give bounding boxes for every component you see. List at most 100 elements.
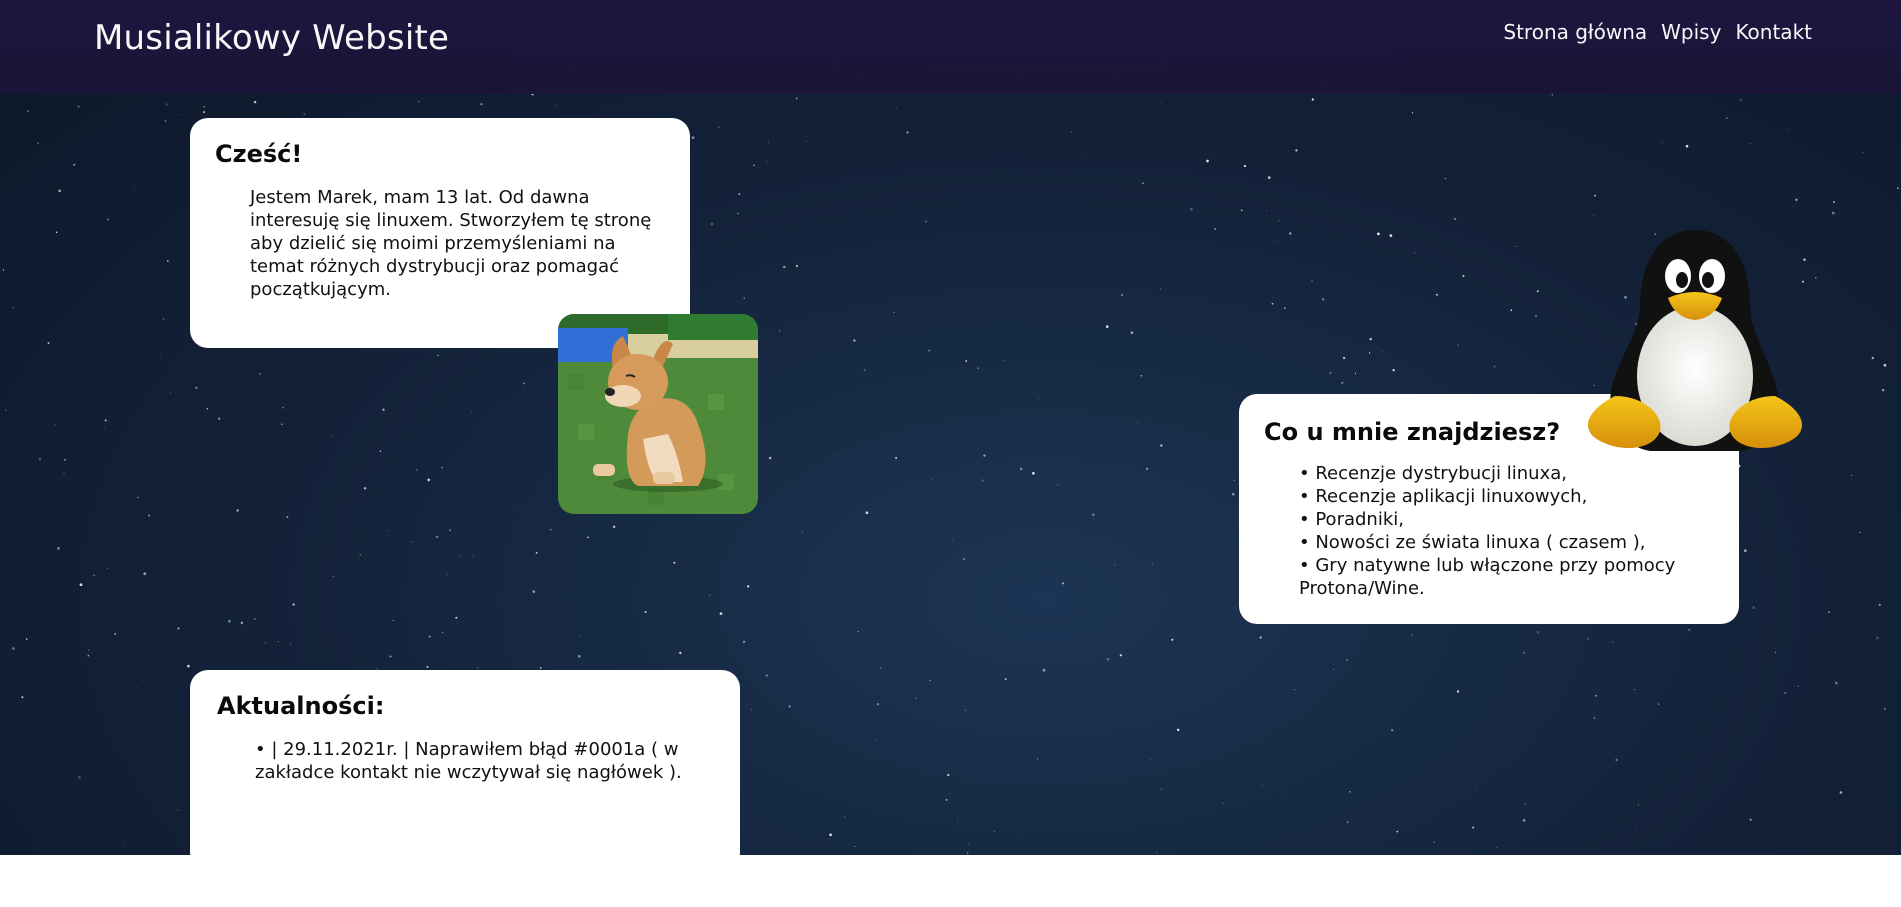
star: [366, 468, 367, 470]
starry-background: Musialikowy Website Strona główna Wpisy …: [0, 0, 1901, 855]
star: [967, 852, 969, 854]
star: [1287, 266, 1289, 268]
star: [753, 164, 755, 167]
star: [843, 816, 846, 818]
star: [1722, 684, 1724, 685]
star: [124, 844, 126, 846]
star: [441, 631, 444, 634]
star: [187, 664, 190, 668]
star: [896, 108, 897, 110]
star: [38, 457, 42, 461]
star: [1345, 658, 1349, 662]
star: [1611, 641, 1614, 644]
star: [1862, 151, 1864, 154]
star: [983, 454, 986, 457]
star: [1876, 636, 1879, 640]
star: [1346, 821, 1349, 824]
star: [170, 392, 172, 394]
star: [1392, 368, 1395, 372]
star: [854, 845, 856, 847]
star: [1009, 799, 1010, 801]
star: [673, 561, 676, 564]
star: [788, 705, 791, 708]
list-item: Nowości ze świata linuxa ( czasem ),: [1299, 531, 1719, 554]
star: [981, 479, 984, 482]
star: [203, 105, 206, 108]
star: [1473, 126, 1475, 127]
star: [449, 529, 451, 532]
star: [1433, 841, 1436, 843]
star: [137, 496, 139, 498]
star: [514, 505, 516, 506]
star: [1784, 691, 1787, 695]
star: [177, 627, 180, 630]
star: [1833, 201, 1835, 203]
news-card: Aktualności: | 29.11.2021r. | Naprawiłem…: [190, 670, 740, 855]
star: [1057, 484, 1059, 486]
star: [805, 141, 807, 142]
star: [1019, 831, 1020, 833]
star: [1496, 847, 1498, 848]
star: [1797, 685, 1800, 687]
star: [54, 424, 56, 426]
star: [1152, 564, 1154, 565]
star: [392, 619, 394, 622]
star: [1657, 703, 1660, 705]
star: [1883, 363, 1887, 367]
star: [765, 674, 768, 677]
star: [963, 558, 966, 561]
star: [1293, 688, 1296, 691]
star: [386, 529, 388, 531]
nav-link-posts[interactable]: Wpisy: [1661, 20, 1721, 44]
site-title[interactable]: Musialikowy Website: [94, 18, 449, 58]
star: [178, 113, 179, 115]
star: [107, 218, 109, 221]
star: [952, 540, 954, 542]
star: [1851, 474, 1853, 476]
star: [1524, 803, 1526, 805]
star: [718, 126, 720, 128]
nav-link-home[interactable]: Strona główna: [1503, 20, 1647, 44]
star: [1206, 159, 1209, 163]
star: [929, 679, 931, 682]
star: [27, 110, 29, 112]
star: [1209, 635, 1211, 637]
nav-link-contact[interactable]: Kontakt: [1735, 20, 1812, 44]
star: [957, 817, 959, 819]
star: [587, 536, 589, 539]
star: [21, 696, 24, 699]
star: [965, 709, 967, 711]
star: [1774, 651, 1777, 654]
star: [1113, 564, 1116, 566]
star: [1349, 790, 1351, 793]
star: [895, 456, 898, 459]
doge-image: [558, 314, 758, 514]
star: [1834, 681, 1838, 685]
star: [1160, 101, 1163, 103]
star: [1160, 444, 1163, 447]
star: [580, 636, 582, 638]
star: [1457, 344, 1459, 346]
star: [612, 525, 616, 529]
star: [1342, 356, 1346, 360]
star: [58, 189, 61, 193]
star: [1389, 234, 1393, 237]
star: [1435, 293, 1438, 296]
star: [1062, 582, 1065, 585]
star: [783, 265, 786, 269]
star: [12, 306, 15, 309]
star: [1882, 562, 1884, 564]
star: [1739, 99, 1742, 102]
star: [77, 105, 80, 108]
star: [1884, 708, 1886, 710]
star: [646, 595, 648, 596]
star: [737, 212, 739, 215]
star: [1159, 288, 1161, 290]
star: [437, 354, 439, 357]
star: [1594, 194, 1597, 197]
star: [1472, 826, 1475, 829]
star: [1119, 654, 1122, 657]
star: [924, 220, 928, 223]
star: [863, 368, 866, 372]
star: [114, 633, 116, 635]
